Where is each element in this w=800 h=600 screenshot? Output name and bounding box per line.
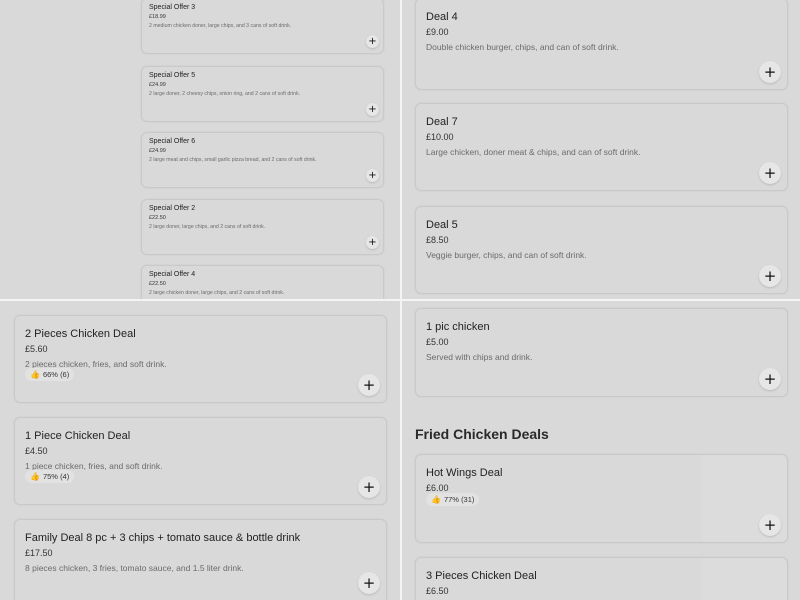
item-price: £18.99 <box>149 14 166 20</box>
item-description: 2 large chicken doner, large chips, and … <box>149 290 285 296</box>
thumbs-up-icon: 👍 <box>30 370 40 379</box>
item-description: 2 large meat and chips, small garlic piz… <box>149 157 317 163</box>
item-title: Deal 4 <box>426 11 458 23</box>
item-image <box>702 558 787 600</box>
item-title: 1 Piece Chicken Deal <box>25 430 131 442</box>
add-item-button[interactable]: + <box>358 572 380 594</box>
item-description: Served with chips and drink. <box>426 352 533 362</box>
item-price: £6.00 <box>426 483 449 493</box>
add-item-button[interactable]: + <box>366 35 379 48</box>
add-item-button[interactable]: + <box>366 103 379 116</box>
item-title: Family Deal 8 pc + 3 chips + tomato sauc… <box>25 532 301 544</box>
add-item-button[interactable]: + <box>759 368 781 390</box>
rating-value: 75% (4) <box>42 472 70 481</box>
rating-value: 77% (31) <box>443 495 475 504</box>
item-description: Large chicken, doner meat & chips, and c… <box>426 147 641 157</box>
panel-chicken-deals: 2 Pieces Chicken Deal £5.60 2 pieces chi… <box>0 301 400 600</box>
item-price: £17.50 <box>25 548 53 558</box>
add-item-button[interactable]: + <box>759 61 781 83</box>
panel-fried-chicken: 1 pic chicken £5.00 Served with chips an… <box>402 301 800 600</box>
panel-deals: Deal 4 £9.00 Double chicken burger, chip… <box>402 0 800 299</box>
rating-badge: 👍 66% (6) <box>25 368 75 381</box>
item-price: £8.50 <box>426 235 449 245</box>
item-title: Deal 5 <box>426 219 458 231</box>
menu-item-card[interactable]: Special Offer 5 £24.99 2 large doner, 2 … <box>141 66 384 122</box>
add-item-button[interactable]: + <box>358 374 380 396</box>
menu-item-card[interactable]: Family Deal 8 pc + 3 chips + tomato sauc… <box>14 519 387 600</box>
item-price: £24.99 <box>149 148 166 154</box>
menu-item-card[interactable]: 3 Pieces Chicken Deal £6.50 <box>415 557 788 600</box>
item-description: 2 medium chicken doner, large chips, and… <box>149 23 292 29</box>
menu-item-card[interactable]: 1 pic chicken £5.00 Served with chips an… <box>415 308 788 397</box>
item-description: Double chicken burger, chips, and can of… <box>426 42 619 52</box>
item-price: £5.60 <box>25 344 48 354</box>
rating-badge: 👍 75% (4) <box>25 470 75 483</box>
add-item-button[interactable]: + <box>759 265 781 287</box>
rating-value: 66% (6) <box>42 370 70 379</box>
thumbs-up-icon: 👍 <box>30 472 40 481</box>
item-description: Veggie burger, chips, and can of soft dr… <box>426 250 587 260</box>
item-title: Special Offer 2 <box>149 205 196 212</box>
thumbs-up-icon: 👍 <box>431 495 441 504</box>
item-title: 2 Pieces Chicken Deal <box>25 328 136 340</box>
item-title: Special Offer 5 <box>149 72 196 79</box>
item-price: £22.50 <box>149 281 166 287</box>
item-title: Deal 7 <box>426 116 458 128</box>
add-item-button[interactable]: + <box>759 514 781 536</box>
menu-item-card[interactable]: 2 Pieces Chicken Deal £5.60 2 pieces chi… <box>14 315 387 403</box>
item-title: 1 pic chicken <box>426 321 490 333</box>
menu-item-card[interactable]: Hot Wings Deal £6.00 👍 77% (31) + <box>415 454 788 543</box>
item-description: 2 large doner, large chips, and 2 cans o… <box>149 224 266 230</box>
item-description: 8 pieces chicken, 3 fries, tomato sauce,… <box>25 563 244 573</box>
menu-item-card[interactable]: Special Offer 2 £22.50 2 large doner, la… <box>141 199 384 255</box>
item-title: 3 Pieces Chicken Deal <box>426 570 537 582</box>
item-title: Special Offer 3 <box>149 4 196 11</box>
menu-item-card[interactable]: Deal 4 £9.00 Double chicken burger, chip… <box>415 0 788 90</box>
item-description: 2 large doner, 2 cheesy chips, onion rin… <box>149 91 301 97</box>
horizontal-divider <box>0 299 800 301</box>
item-price: £22.50 <box>149 215 166 221</box>
item-price: £9.00 <box>426 27 449 37</box>
item-title: Special Offer 4 <box>149 271 196 278</box>
menu-item-card[interactable]: Deal 7 £10.00 Large chicken, doner meat … <box>415 103 788 191</box>
add-item-button[interactable]: + <box>366 169 379 182</box>
panel-special-offers: Special Offer 3 £18.99 2 medium chicken … <box>0 0 400 299</box>
item-price: £4.50 <box>25 446 48 456</box>
menu-item-card[interactable]: Special Offer 6 £24.99 2 large meat and … <box>141 132 384 188</box>
item-price: £5.00 <box>426 337 449 347</box>
item-price: £10.00 <box>426 132 454 142</box>
add-item-button[interactable]: + <box>358 476 380 498</box>
add-item-button[interactable]: + <box>759 162 781 184</box>
add-item-button[interactable]: + <box>366 236 379 249</box>
item-title: Hot Wings Deal <box>426 467 503 479</box>
menu-item-card[interactable]: Special Offer 3 £18.99 2 medium chicken … <box>141 0 384 54</box>
menu-item-card[interactable]: Deal 5 £8.50 Veggie burger, chips, and c… <box>415 206 788 294</box>
rating-badge: 👍 77% (31) <box>426 493 480 506</box>
item-price: £6.50 <box>426 586 449 596</box>
item-title: Special Offer 6 <box>149 138 196 145</box>
menu-item-card[interactable]: 1 Piece Chicken Deal £4.50 1 piece chick… <box>14 417 387 505</box>
menu-item-card[interactable]: Special Offer 4 £22.50 2 large chicken d… <box>141 265 384 299</box>
section-heading: Fried Chicken Deals <box>415 426 549 442</box>
item-price: £24.99 <box>149 82 166 88</box>
